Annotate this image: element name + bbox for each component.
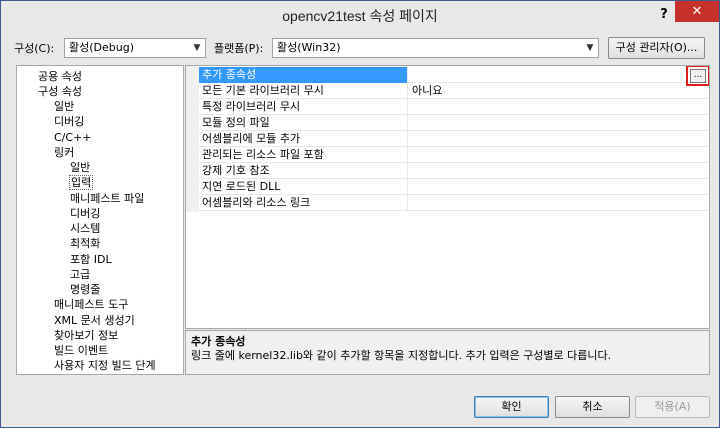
property-name: 특정 라이브러리 무시 <box>199 99 408 115</box>
platform-label: 플랫폼(P): <box>214 42 264 55</box>
platform-select-value: 활성(Win32) <box>277 41 341 54</box>
property-value[interactable] <box>409 195 709 211</box>
tree-item-advanced[interactable]: 고급 <box>70 267 90 282</box>
red-highlight-box <box>686 66 709 86</box>
cancel-button[interactable]: 취소 <box>555 396 630 418</box>
tree-item-xml-doc-generator[interactable]: XML 문서 생성기 <box>54 313 135 328</box>
tree-item-linker[interactable]: 링커 <box>54 145 74 160</box>
property-value[interactable]: 아니요 <box>409 83 709 99</box>
tree-item-custom-build-step[interactable]: 사용자 지정 빌드 단계 <box>54 358 156 373</box>
property-name: 관리되는 리소스 파일 포함 <box>199 147 408 163</box>
tree-item-system[interactable]: 시스템 <box>70 221 100 236</box>
tree-item-browse-info[interactable]: 찾아보기 정보 <box>54 328 118 343</box>
close-button[interactable]: ✕ <box>675 1 719 22</box>
chevron-down-icon: ▼ <box>586 43 594 53</box>
tree-item-debugging[interactable]: 디버깅 <box>54 114 84 129</box>
chevron-down-icon: ▼ <box>193 43 201 53</box>
config-select-value: 활성(Debug) <box>69 41 134 54</box>
property-name: 모듈 정의 파일 <box>199 115 408 131</box>
property-row-embed-managed-resource-file[interactable]: 관리되는 리소스 파일 포함 <box>199 147 709 163</box>
tree-item-command-line[interactable]: 명령줄 <box>70 282 100 297</box>
tree-item-common-properties[interactable]: 공용 속성 <box>38 69 82 84</box>
ok-button[interactable]: 확인 <box>474 396 549 418</box>
property-value[interactable] <box>409 179 709 195</box>
property-row-delay-loaded-dlls[interactable]: 지연 로드된 DLL <box>199 179 709 195</box>
property-row-module-definition-file[interactable]: 모듈 정의 파일 <box>199 115 709 131</box>
property-value[interactable] <box>409 147 709 163</box>
help-icon[interactable]: ? <box>653 6 675 24</box>
window-title: opencv21test 속성 페이지 <box>282 8 438 24</box>
description-panel: 추가 종속성 링크 줄에 kernel32.lib와 같이 추가할 항목을 지정… <box>185 330 710 375</box>
property-name: 추가 종속성 <box>199 67 408 83</box>
property-value[interactable] <box>409 67 709 83</box>
tree-item-linker-input[interactable]: 입력 <box>69 175 94 190</box>
property-name: 어셈블리와 리소스 링크 <box>199 195 408 211</box>
platform-select[interactable]: 활성(Win32) ▼ <box>272 38 599 58</box>
configuration-manager-button[interactable]: 구성 관리자(O)... <box>608 37 705 59</box>
property-grid[interactable]: 추가 종속성 모든 기본 라이브러리 무시 아니요 특정 라이브러리 무시 모듈… <box>185 65 710 329</box>
tree-item-optimization[interactable]: 최적화 <box>70 236 100 251</box>
tree-item-manifest-file[interactable]: 매니페스트 파일 <box>70 191 144 206</box>
title-bar: opencv21test 속성 페이지 <box>1 1 719 31</box>
description-title: 추가 종속성 <box>191 335 246 348</box>
property-row-ignore-all-default-libraries[interactable]: 모든 기본 라이브러리 무시 아니요 <box>199 83 709 99</box>
property-row-ignore-specific-library[interactable]: 특정 라이브러리 무시 <box>199 99 709 115</box>
category-tree[interactable]: 공용 속성 구성 속성 일반 디버깅 C/C++ 링커 일반 입력 매니페스트 … <box>16 65 184 375</box>
property-value[interactable] <box>409 163 709 179</box>
property-row-additional-dependencies[interactable]: 추가 종속성 <box>199 67 709 83</box>
grid-margin <box>186 66 199 212</box>
tree-item-general[interactable]: 일반 <box>54 99 74 114</box>
tree-item-configuration-properties[interactable]: 구성 속성 <box>38 84 82 99</box>
property-name: 어셈블리에 모듈 추가 <box>199 131 408 147</box>
property-value[interactable] <box>409 131 709 147</box>
property-row-assembly-link-resource[interactable]: 어셈블리와 리소스 링크 <box>199 195 709 211</box>
config-select[interactable]: 활성(Debug) ▼ <box>64 38 206 58</box>
property-value[interactable] <box>409 115 709 131</box>
tree-item-embedded-idl[interactable]: 포함 IDL <box>70 252 112 267</box>
property-row-add-module-to-assembly[interactable]: 어셈블리에 모듈 추가 <box>199 131 709 147</box>
config-label: 구성(C): <box>14 42 55 55</box>
property-name: 모든 기본 라이브러리 무시 <box>199 83 408 99</box>
tree-item-c-cpp[interactable]: C/C++ <box>54 130 92 145</box>
description-text: 링크 줄에 kernel32.lib와 같이 추가할 항목을 지정합니다. 추가… <box>191 349 612 362</box>
tree-item-linker-debugging[interactable]: 디버깅 <box>70 206 100 221</box>
tree-item-manifest-tool[interactable]: 매니페스트 도구 <box>54 297 128 312</box>
property-name: 지연 로드된 DLL <box>199 179 408 195</box>
tree-item-build-events[interactable]: 빌드 이벤트 <box>54 343 108 358</box>
property-row-force-symbol-references[interactable]: 강제 기호 참조 <box>199 163 709 179</box>
property-name: 강제 기호 참조 <box>199 163 408 179</box>
apply-button[interactable]: 적용(A) <box>635 396 710 418</box>
property-pages-dialog: opencv21test 속성 페이지 ? ✕ 구성(C): 활성(Debug)… <box>0 0 720 428</box>
tree-item-linker-general[interactable]: 일반 <box>70 160 90 175</box>
property-value[interactable] <box>409 99 709 115</box>
